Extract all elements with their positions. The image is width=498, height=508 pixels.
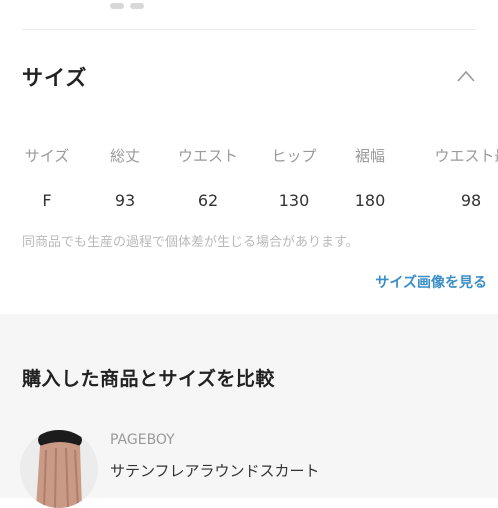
product-photo-icon	[36, 430, 82, 508]
product-name[interactable]: サテンフレアラウンドスカート	[110, 460, 320, 481]
size-image-link[interactable]: サイズ画像を見る	[375, 272, 487, 292]
column-header: サイズ	[24, 147, 70, 165]
size-note: 同商品でも生産の過程で個体差が生じる場合があります。	[22, 235, 359, 250]
table-cell: 93	[114, 191, 136, 210]
table-cell: 130	[278, 191, 310, 210]
product-brand: PAGEBOY	[110, 432, 175, 448]
product-thumbnail[interactable]	[20, 430, 98, 508]
size-section-title: サイズ	[22, 66, 88, 90]
column-header: ウエスト	[177, 147, 239, 165]
table-cell: 98	[460, 191, 482, 210]
table-cell: F	[42, 191, 52, 210]
scrolled-content-fragment	[110, 0, 170, 9]
compare-section: 購入した商品とサイズを比較 PAGEBOY サテンフレアラウンドスカート	[0, 314, 498, 508]
size-table-header: サイズ 総丈 ウエスト ヒップ 裾幅 ウエスト最	[0, 145, 498, 169]
size-section-header[interactable]: サイズ	[0, 52, 498, 102]
table-cell: 62	[197, 191, 219, 210]
compare-section-title: 購入した商品とサイズを比較	[22, 368, 275, 390]
column-header: ヒップ	[271, 147, 317, 165]
chevron-up-icon[interactable]	[456, 69, 476, 83]
table-cell: 180	[354, 191, 386, 210]
column-header: ウエスト最	[434, 147, 498, 165]
column-header: 裾幅	[354, 147, 386, 165]
divider	[22, 29, 476, 30]
column-header: 総丈	[109, 147, 141, 165]
table-row: F 93 62 130 180 98	[0, 191, 498, 215]
